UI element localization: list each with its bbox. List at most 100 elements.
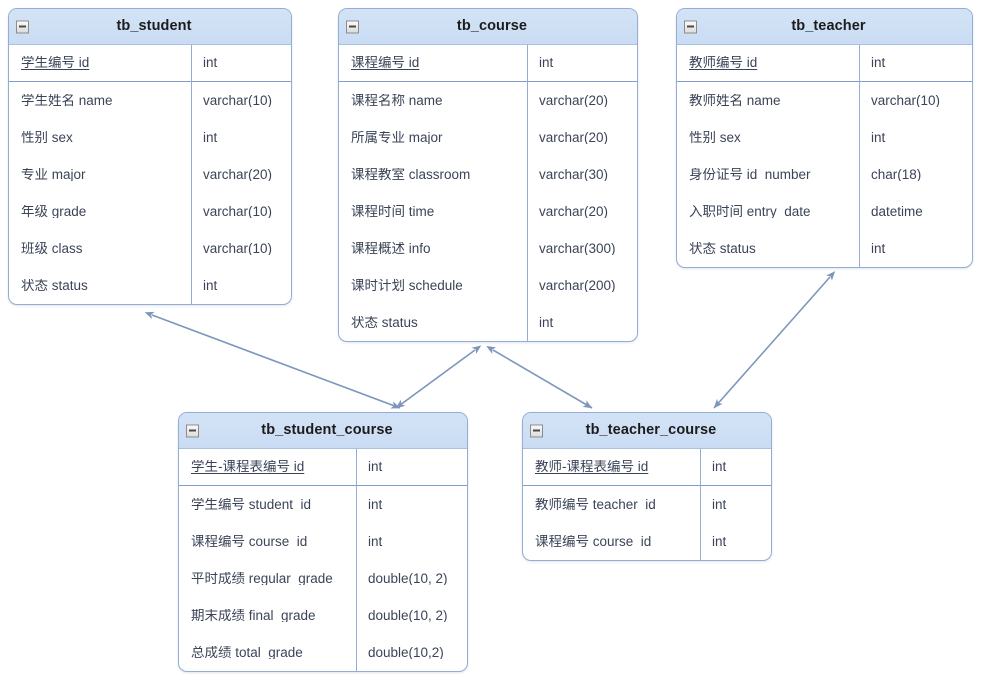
attribute-row[interactable]: 学生编号 student_id int	[179, 486, 467, 523]
entity-attribute-list-tb_teacher_course: 教师-课程表编号 id int 教师编号 teacher_id int 课程编号 cou…	[523, 449, 771, 560]
attribute-data-type: int	[539, 56, 554, 70]
minus-box-icon[interactable]	[530, 424, 543, 437]
attribute-data-type: int	[871, 130, 886, 145]
relationship-connector-rel-teacher-teachercourse[interactable]	[713, 271, 836, 409]
attribute-row-primary-key[interactable]: 教师编号 id int	[677, 45, 972, 82]
attribute-name: 课程概述 info	[351, 241, 431, 256]
attribute-data-type: varchar(20)	[203, 167, 273, 182]
attribute-name: 状态 status	[689, 241, 756, 256]
attribute-data-type: datetime	[871, 204, 923, 219]
column-divider	[700, 449, 701, 560]
attribute-name: 学生编号 id	[9, 56, 191, 70]
attribute-row[interactable]: 课程教室 classroom varchar(30)	[339, 156, 637, 193]
attribute-row-primary-key[interactable]: 学生编号 id int	[9, 45, 291, 82]
attribute-name: 课程时间 time	[351, 204, 435, 219]
relationship-connector-rel-course-studentcourse[interactable]	[395, 345, 482, 409]
attribute-data-type: int	[368, 497, 383, 512]
minus-box-icon[interactable]	[346, 20, 359, 33]
entity-header-tb_student[interactable]: tb_student	[9, 9, 291, 45]
attribute-data-type: int	[368, 460, 383, 474]
attribute-data-type: varchar(10)	[203, 241, 273, 256]
attribute-name: 平时成绩 regular_grade	[191, 571, 333, 586]
attribute-name: 教师编号 teacher_id	[535, 497, 656, 512]
attribute-row-primary-key[interactable]: 课程编号 id int	[339, 45, 637, 82]
attribute-data-type: varchar(10)	[203, 93, 273, 108]
attribute-name: 期末成绩 final_grade	[191, 608, 316, 623]
attribute-data-type: int	[871, 241, 886, 256]
attribute-name: 班级 class	[21, 241, 83, 256]
attribute-row-primary-key[interactable]: 教师-课程表编号 id int	[523, 449, 771, 486]
attribute-row[interactable]: 班级 class varchar(10)	[9, 230, 291, 267]
attribute-name: 状态 status	[351, 315, 418, 330]
attribute-name: 教师编号 id	[677, 56, 859, 70]
attribute-data-type: double(10,2)	[368, 645, 444, 660]
attribute-row[interactable]: 期末成绩 final_grade double(10, 2)	[179, 597, 467, 634]
relationship-connector-rel-course-teachercourse[interactable]	[486, 346, 593, 409]
attribute-name: 学生编号 student_id	[191, 497, 312, 512]
attribute-name: 课程名称 name	[351, 93, 443, 108]
entity-header-tb_student_course[interactable]: tb_student_course	[179, 413, 467, 449]
attribute-data-type: int	[203, 278, 218, 293]
attribute-data-type: int	[712, 497, 727, 512]
entity-table-tb_course[interactable]: tb_course 课程编号 id int 课程名称 name varchar(20) 所…	[338, 8, 638, 342]
attribute-name: 课程教室 classroom	[351, 167, 471, 182]
entity-header-tb_teacher_course[interactable]: tb_teacher_course	[523, 413, 771, 449]
attribute-row[interactable]: 教师姓名 name varchar(10)	[677, 82, 972, 119]
attribute-data-type: int	[539, 315, 554, 330]
attribute-row[interactable]: 状态 status int	[9, 267, 291, 304]
column-divider	[527, 45, 528, 341]
entity-header-tb_course[interactable]: tb_course	[339, 9, 637, 45]
attribute-row[interactable]: 年级 grade varchar(10)	[9, 193, 291, 230]
attribute-row[interactable]: 课程编号 course_id int	[523, 523, 771, 560]
attribute-name: 入职时间 entry_date	[689, 204, 811, 219]
er-diagram-canvas: tb_student 学生编号 id int 学生姓名 name varchar(10)…	[0, 0, 985, 684]
primary-key-label: 课程编号 id	[351, 56, 420, 70]
attribute-row[interactable]: 性别 sex int	[677, 119, 972, 156]
entity-attribute-list-tb_teacher: 教师编号 id int 教师姓名 name varchar(10) 性别 sex int 身…	[677, 45, 972, 267]
entity-title: tb_student_course	[261, 422, 393, 439]
attribute-row[interactable]: 课程名称 name varchar(20)	[339, 82, 637, 119]
attribute-name: 学生姓名 name	[21, 93, 113, 108]
attribute-row[interactable]: 性别 sex int	[9, 119, 291, 156]
entity-table-tb_teacher[interactable]: tb_teacher 教师编号 id int 教师姓名 name varchar(10)…	[676, 8, 973, 268]
attribute-name: 性别 sex	[689, 130, 741, 145]
attribute-row[interactable]: 平时成绩 regular_grade double(10, 2)	[179, 560, 467, 597]
column-divider	[859, 45, 860, 267]
minus-box-icon[interactable]	[684, 20, 697, 33]
entity-table-tb_teacher_course[interactable]: tb_teacher_course 教师-课程表编号 id int 教师编号 teac…	[522, 412, 772, 561]
attribute-row-primary-key[interactable]: 学生-课程表编号 id int	[179, 449, 467, 486]
attribute-data-type: varchar(200)	[539, 278, 616, 293]
attribute-row[interactable]: 课程概述 info varchar(300)	[339, 230, 637, 267]
attribute-name: 教师-课程表编号 id	[523, 460, 700, 474]
attribute-row[interactable]: 所属专业 major varchar(20)	[339, 119, 637, 156]
attribute-row[interactable]: 状态 status int	[339, 304, 637, 341]
entity-title: tb_teacher_course	[585, 422, 717, 439]
entity-table-tb_student_course[interactable]: tb_student_course 学生-课程表编号 id int 学生编号 stud…	[178, 412, 468, 672]
attribute-data-type: char(18)	[871, 167, 922, 182]
attribute-name: 课程编号 course_id	[535, 534, 652, 549]
primary-key-label: 学生-课程表编号 id	[191, 460, 305, 474]
attribute-row[interactable]: 总成绩 total_grade double(10,2)	[179, 634, 467, 671]
attribute-row[interactable]: 教师编号 teacher_id int	[523, 486, 771, 523]
attribute-row[interactable]: 专业 major varchar(20)	[9, 156, 291, 193]
attribute-name: 年级 grade	[21, 204, 87, 219]
attribute-row[interactable]: 入职时间 entry_date datetime	[677, 193, 972, 230]
attribute-row[interactable]: 课程时间 time varchar(20)	[339, 193, 637, 230]
attribute-data-type: int	[203, 56, 218, 70]
attribute-data-type: int	[203, 130, 218, 145]
entity-header-tb_teacher[interactable]: tb_teacher	[677, 9, 972, 45]
attribute-row[interactable]: 身份证号 id_number char(18)	[677, 156, 972, 193]
entity-table-tb_student[interactable]: tb_student 学生编号 id int 学生姓名 name varchar(10)…	[8, 8, 292, 305]
attribute-name: 学生-课程表编号 id	[179, 460, 356, 474]
attribute-row[interactable]: 学生姓名 name varchar(10)	[9, 82, 291, 119]
minus-box-icon[interactable]	[186, 424, 199, 437]
attribute-name: 性别 sex	[21, 130, 73, 145]
minus-box-icon[interactable]	[16, 20, 29, 33]
attribute-data-type: varchar(10)	[203, 204, 273, 219]
entity-attribute-list-tb_student_course: 学生-课程表编号 id int 学生编号 student_id int 课程编号 cou…	[179, 449, 467, 671]
attribute-row[interactable]: 课程编号 course_id int	[179, 523, 467, 560]
attribute-row[interactable]: 课时计划 schedule varchar(200)	[339, 267, 637, 304]
attribute-data-type: int	[368, 534, 383, 549]
attribute-row[interactable]: 状态 status int	[677, 230, 972, 267]
primary-key-label: 学生编号 id	[21, 56, 90, 70]
